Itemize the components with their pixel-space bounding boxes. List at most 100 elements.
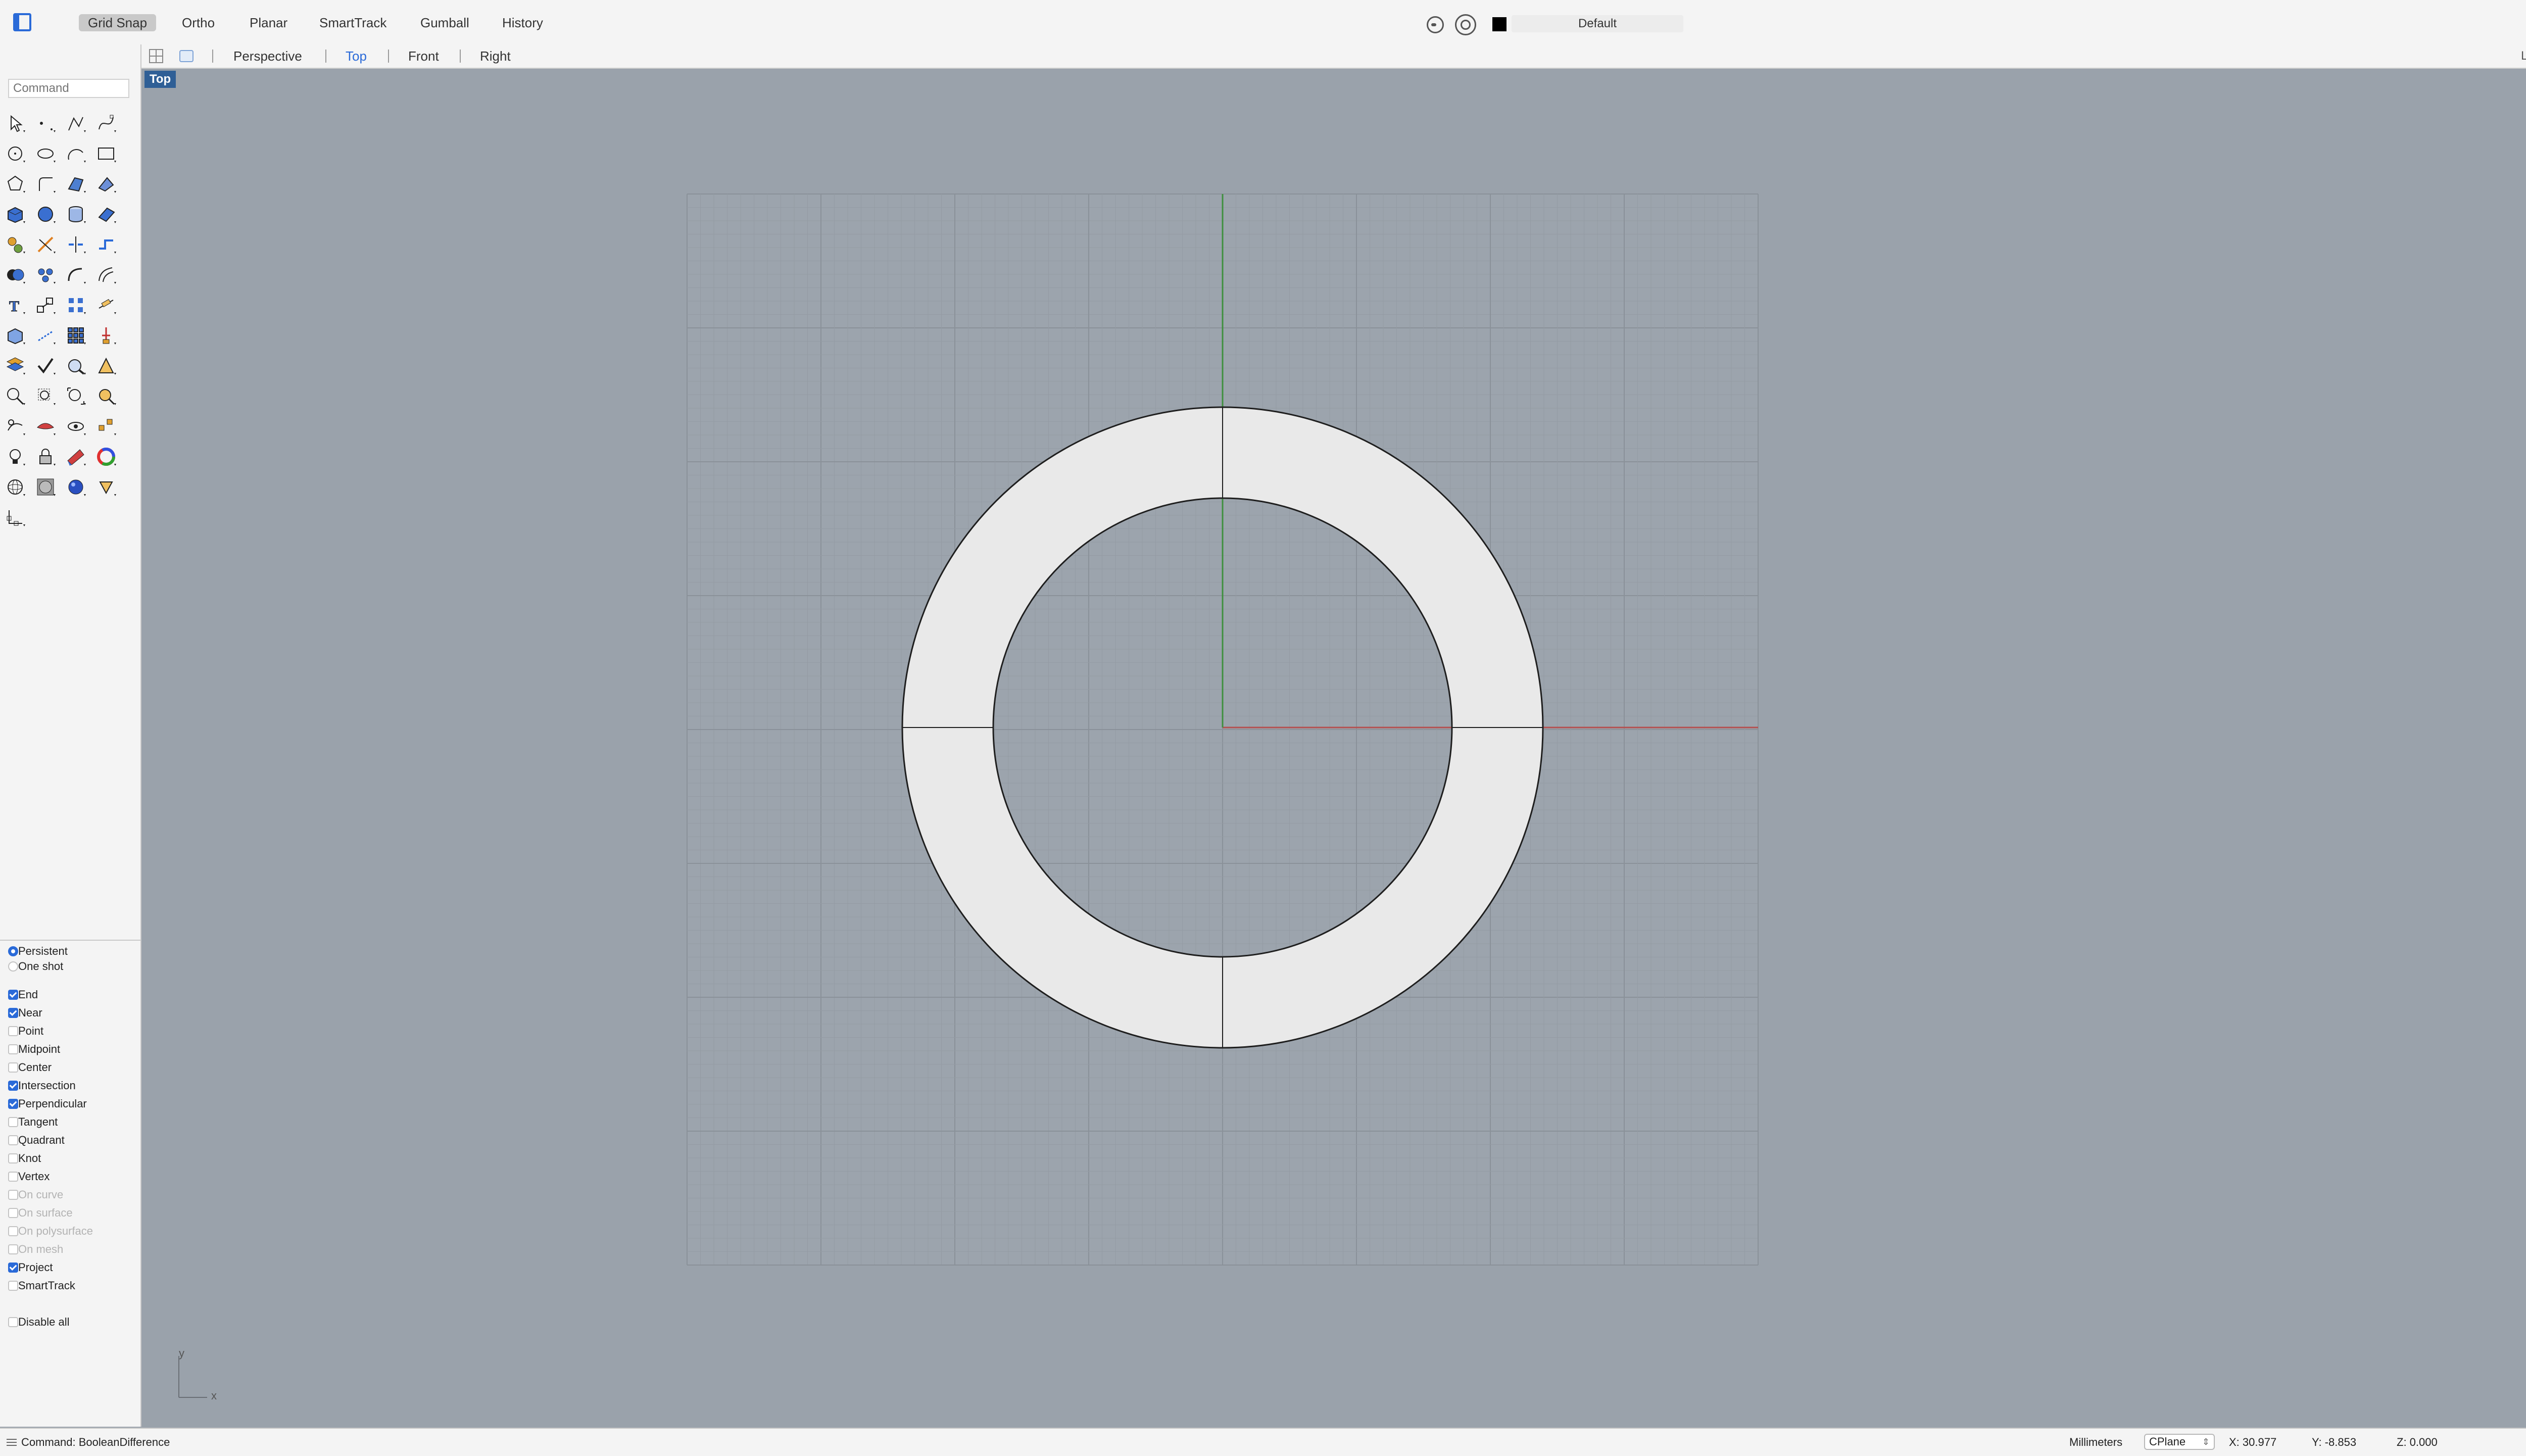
osnap-item-center[interactable]: Center [8, 1060, 52, 1075]
persistent-radio[interactable] [8, 946, 18, 956]
osnap-item-end[interactable]: End [8, 987, 38, 1002]
osnap-item-midpoint[interactable]: Midpoint [8, 1042, 60, 1057]
left-sidebar-toggle-icon[interactable] [13, 13, 31, 31]
osnap-checkbox[interactable] [8, 1117, 18, 1127]
command-history-icon[interactable] [6, 1438, 17, 1447]
four-view-layout-icon[interactable] [149, 48, 164, 64]
osnap-checkbox[interactable] [8, 1062, 18, 1073]
boolean-icon[interactable] [4, 264, 26, 286]
surface-edit-icon[interactable] [95, 173, 117, 195]
cone-light-icon[interactable] [95, 476, 117, 498]
fillet-curve-icon[interactable] [34, 173, 57, 195]
viewport-canvas[interactable] [141, 69, 2526, 1427]
record-history-icon[interactable] [1427, 16, 1444, 33]
split-icon[interactable] [65, 233, 87, 256]
arc-icon[interactable] [65, 142, 87, 165]
wireframe-sphere-icon[interactable] [4, 476, 26, 498]
fillet-icon[interactable] [65, 264, 87, 286]
curve-offset-icon[interactable] [95, 264, 117, 286]
join-icon[interactable] [95, 233, 117, 256]
osnap-checkbox[interactable] [8, 990, 18, 1000]
osnap-target-icon[interactable] [1455, 14, 1476, 35]
select-arrow-icon[interactable] [4, 112, 26, 134]
snapshot-icon[interactable] [95, 415, 117, 438]
osnap-item-quadrant[interactable]: Quadrant [8, 1133, 65, 1148]
osnap-checkbox[interactable] [8, 1281, 18, 1291]
history-button[interactable]: History [493, 14, 552, 31]
ortho-button[interactable]: Ortho [173, 14, 224, 31]
gumball-button[interactable]: Gumball [411, 14, 478, 31]
ellipse-icon[interactable] [34, 142, 57, 165]
osnap-item-knot[interactable]: Knot [8, 1151, 41, 1166]
osnap-mode-one-shot[interactable]: One shot [8, 959, 63, 974]
rectangle-icon[interactable] [95, 142, 117, 165]
lock-icon[interactable] [34, 446, 57, 468]
transform-icon[interactable] [34, 294, 57, 316]
viewport-title-label[interactable]: Top [144, 71, 176, 88]
zoom-icon[interactable] [4, 385, 26, 407]
command-input[interactable] [8, 79, 129, 98]
disable-all-checkbox[interactable] [8, 1317, 18, 1327]
polyline-icon[interactable] [65, 112, 87, 134]
display-mode-icon[interactable] [34, 415, 57, 438]
zoom-selected-icon[interactable] [95, 385, 117, 407]
smarttrack-button[interactable]: SmartTrack [310, 14, 396, 31]
planar-button[interactable]: Planar [240, 14, 297, 31]
single-view-layout-icon[interactable] [179, 48, 194, 64]
array-icon[interactable] [65, 294, 87, 316]
grid-array-icon[interactable] [65, 324, 87, 347]
explode-icon[interactable] [4, 233, 26, 256]
tab-front[interactable]: Front [408, 47, 439, 65]
check-icon[interactable] [34, 355, 57, 377]
polygon-icon[interactable] [4, 173, 26, 195]
units-label[interactable]: Millimeters [2069, 1435, 2122, 1450]
shaded-sphere-icon[interactable] [34, 476, 57, 498]
material-icon[interactable] [65, 446, 87, 468]
color-wheel-icon[interactable] [95, 446, 117, 468]
osnap-item-intersection[interactable]: Intersection [8, 1078, 76, 1093]
sphere-icon[interactable] [34, 203, 57, 225]
group-icon[interactable] [34, 264, 57, 286]
layouts-button[interactable]: Layouts... [2521, 47, 2526, 65]
point-icon[interactable] [34, 112, 57, 134]
osnap-checkbox[interactable] [8, 1263, 18, 1273]
mesh-icon[interactable] [4, 324, 26, 347]
osnap-checkbox[interactable] [8, 1081, 18, 1091]
tab-right[interactable]: Right [480, 47, 511, 65]
osnap-checkbox[interactable] [8, 1135, 18, 1145]
osnap-mode-persistent[interactable]: Persistent [8, 944, 68, 959]
solid-tools-icon[interactable] [95, 203, 117, 225]
osnap-checkbox[interactable] [8, 1153, 18, 1163]
osnap-item-near[interactable]: Near [8, 1005, 42, 1021]
dimension-icon[interactable] [95, 294, 117, 316]
osnap-checkbox[interactable] [8, 1044, 18, 1054]
layer-color-swatch[interactable] [1492, 17, 1507, 31]
osnap-checkbox[interactable] [8, 1026, 18, 1036]
osnap-item-project[interactable]: Project [8, 1260, 53, 1275]
osnap-item-vertex[interactable]: Vertex [8, 1169, 50, 1184]
render-sphere-icon[interactable] [65, 476, 87, 498]
zoom-window-icon[interactable] [34, 385, 57, 407]
osnap-item-smarttrack[interactable]: SmartTrack [8, 1278, 75, 1293]
one-shot-radio[interactable] [8, 961, 18, 972]
analyze-icon[interactable] [65, 355, 87, 377]
layer-icon[interactable] [4, 355, 26, 377]
box-icon[interactable] [4, 203, 26, 225]
light-icon[interactable] [4, 446, 26, 468]
tab-top[interactable]: Top [346, 47, 367, 65]
top-viewport[interactable]: Top y x [141, 69, 2526, 1427]
pan-icon[interactable] [4, 415, 26, 438]
render-tools-icon[interactable] [95, 355, 117, 377]
osnap-item-perpendicular[interactable]: Perpendicular [8, 1096, 87, 1111]
osnap-checkbox[interactable] [8, 1172, 18, 1182]
current-layer-field[interactable]: Default [1512, 15, 1683, 32]
osnap-disable-all[interactable]: Disable all [8, 1315, 70, 1330]
cplane-select[interactable]: CPlane [2144, 1434, 2215, 1450]
tab-perspective[interactable]: Perspective [233, 47, 302, 65]
curve-control-points-icon[interactable] [95, 112, 117, 134]
measure-icon[interactable] [34, 324, 57, 347]
cplane-icon[interactable] [4, 506, 26, 528]
zoom-extents-icon[interactable] [65, 385, 87, 407]
trim-icon[interactable] [34, 233, 57, 256]
gumball-icon[interactable] [95, 324, 117, 347]
